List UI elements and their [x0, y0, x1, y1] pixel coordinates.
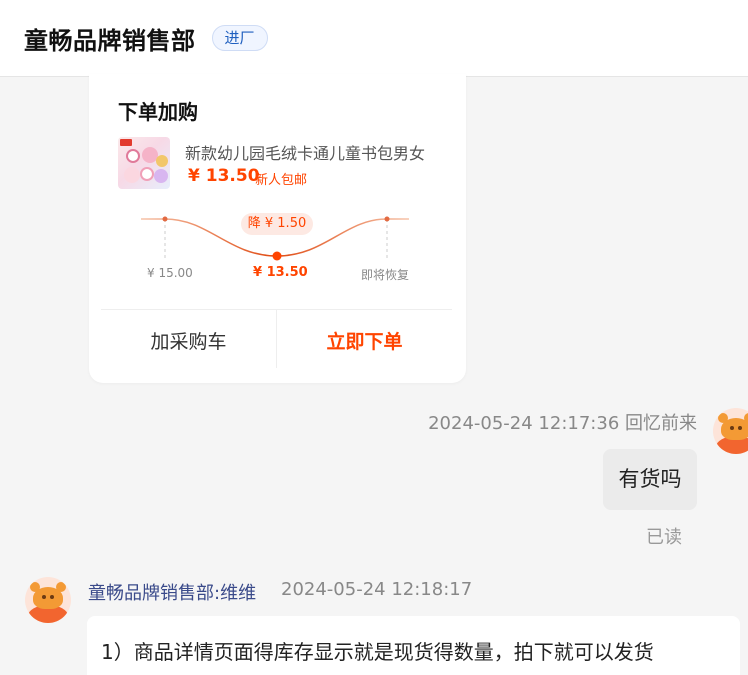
original-price-point [162, 216, 168, 222]
chat-header: 童畅品牌销售部 进厂 [0, 0, 748, 77]
product-name[interactable]: 新款幼儿园毛绒卡通儿童书包男女 [185, 140, 425, 164]
shop-title[interactable]: 童畅品牌销售部 [24, 21, 196, 56]
my-message-meta: 2024-05-24 12:17:36 回忆前来 [428, 413, 697, 434]
promo-label: 新人包邮 [255, 173, 308, 188]
bull-eye-icon [50, 595, 54, 599]
current-price-label: ¥ 13.50 [253, 265, 308, 280]
current-price-point [272, 251, 282, 261]
bull-face-icon [33, 587, 63, 609]
shop-message-bubble[interactable]: 1）商品详情页面得库存显示就是现货得数量，拍下就可以发货 [87, 616, 740, 675]
shop-message-time: 2024-05-24 12:18:17 [281, 579, 473, 600]
brand-tag-icon [120, 139, 132, 146]
order-card-title: 下单加购 [118, 100, 198, 124]
plush-toy-icon [126, 149, 140, 163]
my-avatar[interactable] [713, 408, 748, 454]
plush-toy-icon [156, 155, 168, 167]
product-price: ¥ 13.50 [188, 166, 260, 186]
restore-price-point [384, 216, 390, 222]
bull-eye-icon [738, 426, 742, 430]
read-status: 已读 [646, 527, 682, 548]
original-price-label: ¥ 15.00 [147, 266, 193, 280]
plush-toy-icon [140, 167, 154, 181]
plush-toy-icon [124, 167, 140, 183]
bull-face-icon [721, 418, 748, 440]
price-drop-badge: 降 ¥ 1.50 [241, 213, 313, 235]
product-thumbnail[interactable] [118, 137, 170, 189]
shop-avatar[interactable] [25, 577, 71, 623]
plush-toy-icon [154, 169, 168, 183]
bull-eye-icon [730, 426, 734, 430]
order-now-button[interactable]: 立即下单 [277, 310, 452, 370]
restore-label: 即将恢复 [361, 268, 410, 282]
add-to-cart-button[interactable]: 加采购车 [101, 310, 276, 370]
bull-eye-icon [42, 595, 46, 599]
shop-badge[interactable]: 进厂 [211, 25, 268, 51]
order-card: 下单加购 新款幼儿园毛绒卡通儿童书包男女 ¥ 13.50 新人包邮 降 ¥ 1.… [89, 74, 466, 383]
shop-sender-name[interactable]: 童畅品牌销售部:维维 [88, 579, 256, 605]
my-message-bubble[interactable]: 有货吗 [603, 449, 697, 510]
